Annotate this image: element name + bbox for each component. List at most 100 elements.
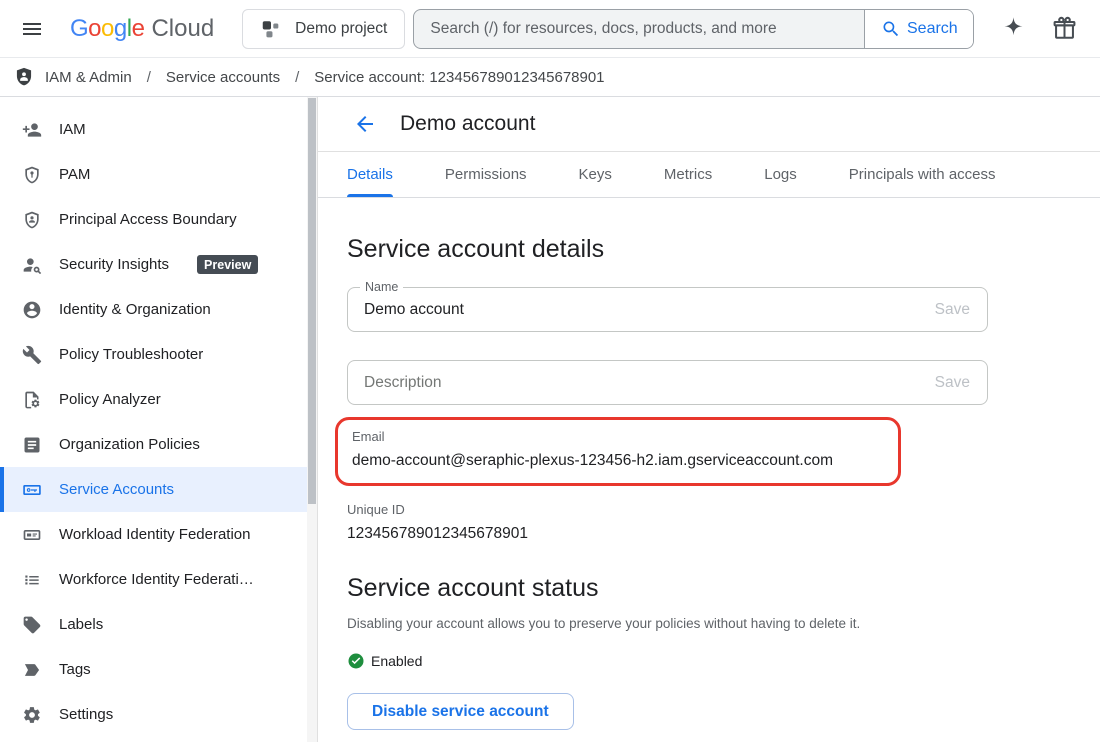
- global-search: Search: [413, 9, 974, 49]
- tag-icon: [22, 615, 42, 635]
- sidebar-item-settings[interactable]: Settings: [0, 692, 317, 737]
- sidebar-item-workforce-identity-federation[interactable]: Workforce Identity Federati…: [0, 557, 317, 602]
- sidebar-item-label: Tags: [59, 661, 91, 678]
- gear-icon: [22, 705, 42, 725]
- sidebar-item-label: Policy Analyzer: [59, 391, 161, 408]
- unique-id-value: 123456789012345678901: [347, 525, 1100, 543]
- tab-keys[interactable]: Keys: [579, 152, 612, 197]
- search-button[interactable]: Search: [864, 10, 973, 48]
- top-app-bar: G o o g l e Cloud Demo project Search: [0, 0, 1100, 58]
- name-input[interactable]: [348, 288, 895, 331]
- tab-metrics[interactable]: Metrics: [664, 152, 712, 197]
- name-field: Name Save: [347, 287, 988, 332]
- tab-details[interactable]: Details: [347, 152, 393, 197]
- details-panel: Service account details Name Save Save E…: [318, 198, 1100, 730]
- breadcrumb-separator: /: [295, 69, 299, 86]
- search-button-label: Search: [907, 20, 958, 38]
- preview-badge: Preview: [197, 255, 258, 274]
- breadcrumb-item-service-accounts[interactable]: Service accounts: [166, 69, 280, 86]
- sidebar-item-label: Identity & Organization: [59, 301, 211, 318]
- name-field-label: Name: [360, 280, 403, 294]
- search-field-area: [414, 10, 864, 48]
- gemini-sparkle-icon[interactable]: [1000, 15, 1027, 42]
- sidebar-scrollbar-thumb[interactable]: [308, 98, 316, 504]
- breadcrumb: IAM & Admin / Service accounts / Service…: [0, 58, 1100, 97]
- person-add-icon: [22, 120, 42, 140]
- logo-letter: o: [101, 15, 114, 43]
- service-account-status-heading: Service account status: [347, 574, 1100, 603]
- google-cloud-logo: G o o g l e Cloud: [70, 15, 214, 43]
- logo-letter: g: [114, 15, 127, 43]
- sidebar-item-iam[interactable]: IAM: [0, 107, 317, 152]
- project-icon: [260, 18, 282, 40]
- list-icon: [22, 570, 42, 590]
- sidebar-item-tags[interactable]: Tags: [0, 647, 317, 692]
- description-input[interactable]: [348, 361, 895, 404]
- sidebar-item-label: Workforce Identity Federati…: [59, 571, 254, 588]
- disable-service-account-button[interactable]: Disable service account: [347, 693, 574, 730]
- status-description: Disabling your account allows you to pre…: [347, 616, 1100, 631]
- breadcrumb-item-current: Service account: 123456789012345678901: [314, 69, 604, 86]
- sidebar-item-label: Policy Troubleshooter: [59, 346, 203, 363]
- back-arrow-icon[interactable]: [353, 112, 377, 136]
- sidebar-scrollbar[interactable]: [307, 97, 317, 742]
- unique-id-block: Unique ID 123456789012345678901: [347, 502, 1100, 543]
- search-input[interactable]: [414, 10, 864, 48]
- tab-permissions[interactable]: Permissions: [445, 152, 527, 197]
- status-row: Enabled: [347, 652, 1100, 670]
- document-icon: [22, 435, 42, 455]
- sidebar-item-label: Security Insights: [59, 256, 169, 273]
- sidebar-item-pam[interactable]: PAM: [0, 152, 317, 197]
- email-value: demo-account@seraphic-plexus-123456-h2.i…: [352, 452, 884, 470]
- sidebar-item-identity-organization[interactable]: Identity & Organization: [0, 287, 317, 332]
- wrench-icon: [22, 345, 42, 365]
- check-circle-icon: [347, 652, 365, 670]
- document-gear-icon: [22, 390, 42, 410]
- status-badge: Enabled: [371, 653, 422, 669]
- sidebar-item-label: Service Accounts: [59, 481, 174, 498]
- iam-admin-shield-icon: [14, 67, 34, 87]
- breadcrumb-item-iam-admin[interactable]: IAM & Admin: [45, 69, 132, 86]
- sidebar-item-labels[interactable]: Labels: [0, 602, 317, 647]
- sidebar-item-policy-analyzer[interactable]: Policy Analyzer: [0, 377, 317, 422]
- sidebar-item-organization-policies[interactable]: Organization Policies: [0, 422, 317, 467]
- shield-person-icon: [22, 210, 42, 230]
- logo-letter: o: [88, 15, 101, 43]
- breadcrumb-separator: /: [147, 69, 151, 86]
- sidebar-item-workload-identity-federation[interactable]: Workload Identity Federation: [0, 512, 317, 557]
- sidebar-item-service-accounts[interactable]: Service Accounts: [0, 467, 317, 512]
- service-account-key-icon: [22, 480, 42, 500]
- gift-icon[interactable]: [1051, 15, 1078, 42]
- menu-icon[interactable]: [20, 17, 44, 41]
- name-save-button[interactable]: Save: [918, 288, 987, 331]
- email-highlight-annotation: Email demo-account@seraphic-plexus-12345…: [335, 417, 901, 486]
- tab-principals-with-access[interactable]: Principals with access: [849, 152, 996, 197]
- iam-admin-sidebar: IAM PAM Principal Access Boundary Securi…: [0, 97, 318, 742]
- sidebar-item-label: Settings: [59, 706, 113, 723]
- person-search-icon: [22, 255, 42, 275]
- search-icon: [881, 19, 901, 39]
- description-save-button[interactable]: Save: [918, 361, 987, 404]
- shield-key-icon: [22, 165, 42, 185]
- service-account-details-heading: Service account details: [347, 235, 1100, 264]
- unique-id-label: Unique ID: [347, 502, 1100, 517]
- logo-letter: e: [132, 15, 145, 43]
- description-field: Save: [347, 360, 988, 405]
- logo-cloud-text: Cloud: [151, 15, 214, 43]
- project-selector-button[interactable]: Demo project: [242, 9, 405, 49]
- project-selector-label: Demo project: [295, 20, 387, 38]
- account-circle-icon: [22, 300, 42, 320]
- label-important-icon: [22, 660, 42, 680]
- sidebar-item-label: Organization Policies: [59, 436, 200, 453]
- tab-logs[interactable]: Logs: [764, 152, 797, 197]
- sidebar-item-security-insights[interactable]: Security Insights Preview: [0, 242, 317, 287]
- page-header: Demo account: [318, 97, 1100, 152]
- sidebar-item-label: PAM: [59, 166, 90, 183]
- page-title: Demo account: [400, 112, 535, 136]
- sidebar-item-label: IAM: [59, 121, 86, 138]
- sidebar-item-policy-troubleshooter[interactable]: Policy Troubleshooter: [0, 332, 317, 377]
- email-label: Email: [352, 429, 884, 444]
- sidebar-item-principal-access-boundary[interactable]: Principal Access Boundary: [0, 197, 317, 242]
- sidebar-item-label: Principal Access Boundary: [59, 211, 237, 228]
- sidebar-item-label: Workload Identity Federation: [59, 526, 251, 543]
